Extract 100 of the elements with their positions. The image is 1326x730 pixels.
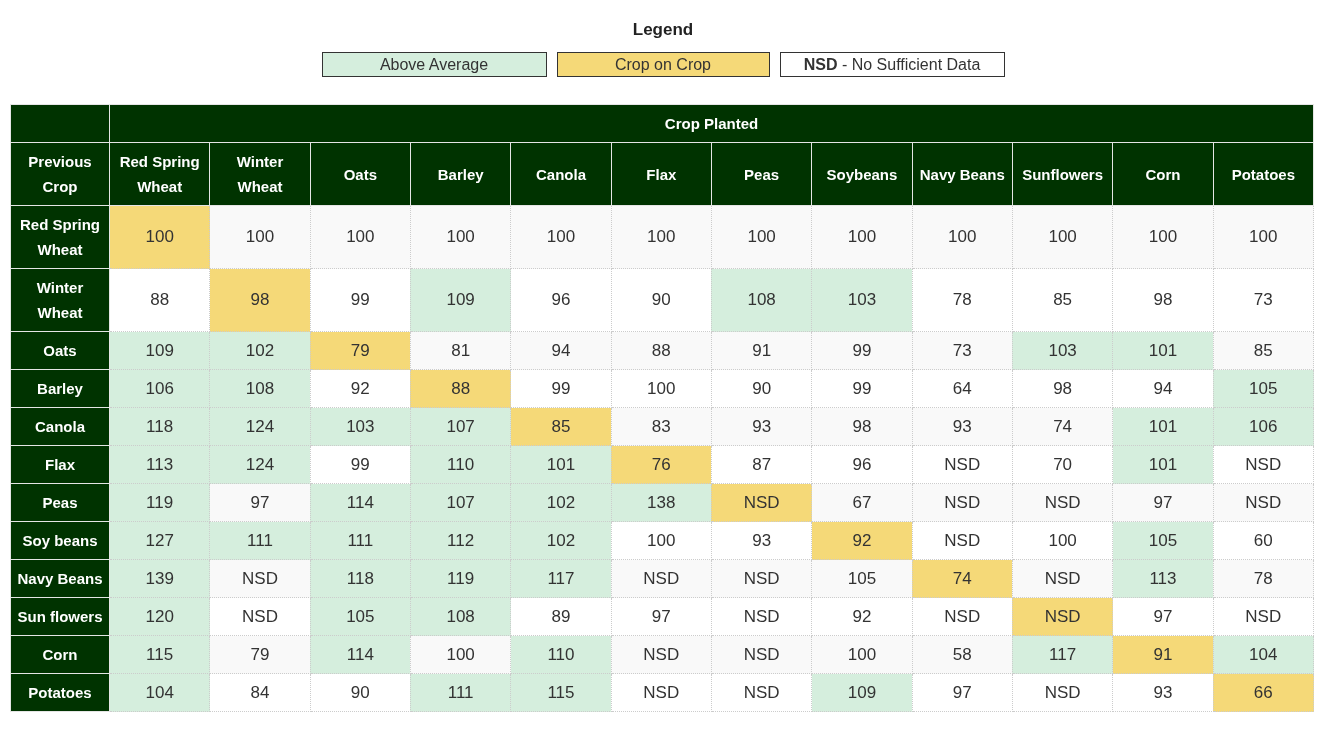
table-cell: 101 (510, 445, 612, 484)
table-cell: 99 (510, 369, 612, 408)
row-header: Navy Beans (10, 559, 110, 598)
table-cell: 124 (209, 407, 311, 446)
table-cell: 96 (510, 268, 612, 332)
table-cell: 91 (711, 331, 812, 370)
table-cell: 97 (209, 483, 311, 522)
table-cell: 96 (811, 445, 913, 484)
table-cell: 105 (1213, 369, 1314, 408)
table-cell: 99 (811, 369, 913, 408)
table-cell: 85 (1213, 331, 1314, 370)
table-cell: 100 (410, 205, 511, 269)
table-cell: 109 (109, 331, 210, 370)
table-cell: 85 (510, 407, 612, 446)
table-cell: 117 (1012, 635, 1113, 674)
table-cell: 93 (1112, 673, 1214, 712)
table-cell: 100 (611, 205, 712, 269)
table-cell: 73 (912, 331, 1013, 370)
table-cell: 100 (310, 205, 411, 269)
table-cell: 78 (912, 268, 1013, 332)
table-cell: 106 (109, 369, 210, 408)
table-cell: NSD (611, 635, 712, 674)
table-cell: 94 (510, 331, 612, 370)
table-cell: NSD (1012, 483, 1113, 522)
table-cell: 102 (510, 521, 612, 560)
table-cell: 106 (1213, 407, 1314, 446)
table-cell: 79 (209, 635, 311, 674)
table-cell: NSD (912, 597, 1013, 636)
table-cell: 118 (310, 559, 411, 598)
row-header: Peas (10, 483, 110, 522)
table-cell: 119 (410, 559, 511, 598)
table-cell: 98 (1012, 369, 1113, 408)
table-cell: NSD (611, 673, 712, 712)
table-cell: NSD (1213, 445, 1314, 484)
table-cell: NSD (912, 521, 1013, 560)
table-cell: 102 (510, 483, 612, 522)
table-cell: 100 (1012, 205, 1113, 269)
table-cell: NSD (209, 559, 311, 598)
table-cell: 114 (310, 483, 411, 522)
table-cell: 111 (410, 673, 511, 712)
table-cell: 119 (109, 483, 210, 522)
column-header: Potatoes (1213, 142, 1314, 206)
table-cell: 91 (1112, 635, 1214, 674)
table-cell: 100 (1112, 205, 1214, 269)
table-cell: 103 (811, 268, 913, 332)
table-cell: 98 (811, 407, 913, 446)
table-cell: 99 (310, 268, 411, 332)
table-cell: NSD (711, 597, 812, 636)
table-cell: 100 (611, 369, 712, 408)
table-cell: 107 (410, 483, 511, 522)
table-cell: 103 (310, 407, 411, 446)
table-cell: 111 (310, 521, 411, 560)
table-cell: 110 (510, 635, 612, 674)
table-cell: NSD (1213, 597, 1314, 636)
table-cell: 92 (811, 597, 913, 636)
table-cell: NSD (1012, 673, 1113, 712)
table-cell: 83 (611, 407, 712, 446)
column-header: Corn (1112, 142, 1214, 206)
table-cell: 93 (711, 407, 812, 446)
table-cell: 108 (410, 597, 511, 636)
table-cell: NSD (912, 445, 1013, 484)
table-cell: 118 (109, 407, 210, 446)
row-header: Canola (10, 407, 110, 446)
table-cell: 109 (410, 268, 511, 332)
table-cell: 93 (912, 407, 1013, 446)
legend-title: Legend (632, 19, 694, 39)
table-cell: 97 (611, 597, 712, 636)
table-cell: 108 (711, 268, 812, 332)
table-cell: 74 (1012, 407, 1113, 446)
row-header: Flax (10, 445, 110, 484)
table-cell: 88 (410, 369, 511, 408)
table-cell: 110 (410, 445, 511, 484)
row-header: Soy beans (10, 521, 110, 560)
column-header: Barley (410, 142, 511, 206)
table-cell: NSD (209, 597, 311, 636)
table-cell: 90 (310, 673, 411, 712)
table-cell: 81 (410, 331, 511, 370)
table-cell: 138 (611, 483, 712, 522)
table-cell: 101 (1112, 445, 1214, 484)
table-cell: 70 (1012, 445, 1113, 484)
column-header: Sunflowers (1012, 142, 1113, 206)
table-cell: 120 (109, 597, 210, 636)
column-header: Soybeans (811, 142, 913, 206)
table-cell: NSD (711, 483, 812, 522)
row-header: Corn (10, 635, 110, 674)
table-cell: 124 (209, 445, 311, 484)
table-cell: 102 (209, 331, 311, 370)
table-cell: 105 (811, 559, 913, 598)
table-cell: 60 (1213, 521, 1314, 560)
column-header: Navy Beans (912, 142, 1013, 206)
column-header: Canola (510, 142, 612, 206)
table-cell: 66 (1213, 673, 1314, 712)
row-header: Winter Wheat (10, 268, 110, 332)
table-cell: 117 (510, 559, 612, 598)
table-cell: 93 (711, 521, 812, 560)
table-cell: 139 (109, 559, 210, 598)
table-cell: 64 (912, 369, 1013, 408)
table-heading: Crop Planted (109, 104, 1314, 143)
table-cell: 67 (811, 483, 913, 522)
table-cell: 88 (611, 331, 712, 370)
